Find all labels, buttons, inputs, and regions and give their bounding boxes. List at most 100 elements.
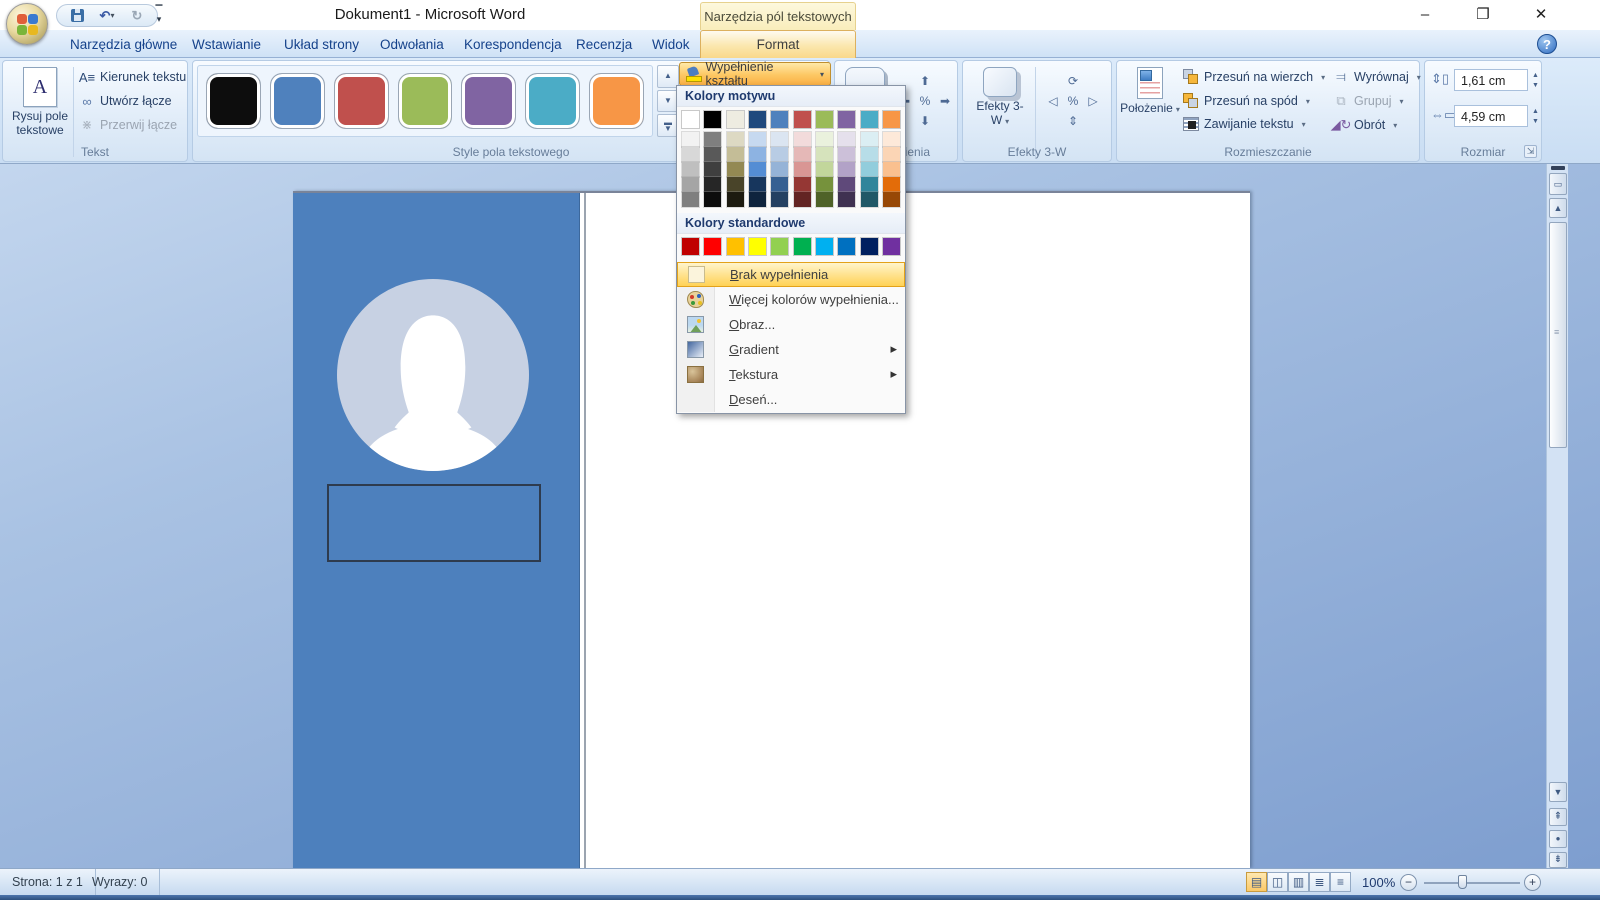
theme-color-swatch[interactable] — [861, 111, 878, 128]
tilt-left-button[interactable]: ◁ — [1048, 94, 1057, 108]
tint-swatch[interactable] — [727, 162, 744, 177]
undo-button[interactable]: ↶▾ — [91, 7, 123, 25]
tint-swatch[interactable] — [727, 192, 744, 207]
tint-swatch[interactable] — [794, 147, 811, 162]
standard-color-swatch[interactable] — [682, 238, 699, 255]
style-swatch[interactable] — [525, 73, 580, 129]
width-input[interactable]: 4,59 cm — [1454, 105, 1528, 127]
customize-qat-button[interactable]: ▔▾ — [150, 6, 168, 26]
save-button[interactable] — [67, 7, 87, 25]
tilt-up-button[interactable]: ⟳ — [1068, 74, 1078, 88]
tint-swatch[interactable] — [883, 192, 900, 207]
tab-korespondencja[interactable]: Korespondencja — [450, 32, 576, 58]
tint-swatch[interactable] — [682, 147, 699, 162]
previous-page-button[interactable]: ⇞ — [1549, 808, 1567, 826]
next-page-button[interactable]: ⇟ — [1549, 852, 1567, 868]
tint-swatch[interactable] — [816, 162, 833, 177]
close-button[interactable]: ✕ — [1518, 0, 1564, 30]
tint-swatch[interactable] — [861, 147, 878, 162]
create-link-button[interactable]: ∞ Utwórz łącze — [79, 93, 172, 109]
3d-effects-button[interactable]: Efekty 3-W — [971, 67, 1029, 127]
print-layout-view-button[interactable]: ▤ — [1246, 872, 1267, 892]
height-input[interactable]: 1,61 cm — [1454, 69, 1528, 91]
tint-swatch[interactable] — [861, 177, 878, 192]
send-to-back-button[interactable]: Przesuń na spód — [1183, 93, 1310, 109]
tint-swatch[interactable] — [771, 147, 788, 162]
scroll-down-button[interactable]: ▼ — [1549, 782, 1567, 802]
bring-to-front-button[interactable]: Przesuń na wierzch — [1183, 69, 1325, 85]
tab-odwolania[interactable]: Odwołania — [366, 32, 458, 58]
standard-color-swatch[interactable] — [749, 238, 766, 255]
web-layout-view-button[interactable]: ▥ — [1288, 872, 1309, 892]
avatar[interactable] — [337, 279, 529, 476]
tint-swatch[interactable] — [816, 192, 833, 207]
tint-swatch[interactable] — [749, 192, 766, 207]
theme-color-swatch[interactable] — [771, 111, 788, 128]
tint-swatch[interactable] — [704, 132, 721, 147]
style-swatch[interactable] — [398, 73, 453, 129]
tint-swatch[interactable] — [771, 162, 788, 177]
menu-item-no-fill[interactable]: Brak wypełnienia — [677, 262, 905, 287]
tilt-right-button[interactable]: ▷ — [1088, 94, 1097, 108]
tint-swatch[interactable] — [794, 162, 811, 177]
tint-swatch[interactable] — [838, 162, 855, 177]
tint-swatch[interactable] — [727, 147, 744, 162]
tint-swatch[interactable] — [794, 192, 811, 207]
tint-swatch[interactable] — [838, 192, 855, 207]
split-handle[interactable] — [1551, 166, 1565, 170]
restore-button[interactable]: ❐ — [1460, 0, 1506, 30]
tint-swatch[interactable] — [816, 147, 833, 162]
theme-color-swatch[interactable] — [727, 111, 744, 128]
tint-swatch[interactable] — [794, 177, 811, 192]
zoom-slider-handle[interactable] — [1458, 875, 1467, 889]
standard-color-swatch[interactable] — [727, 238, 744, 255]
tint-swatch[interactable] — [682, 132, 699, 147]
standard-color-swatch[interactable] — [794, 238, 811, 255]
text-direction-button[interactable]: A≡ Kierunek tekstu — [79, 69, 186, 85]
tint-swatch[interactable] — [838, 132, 855, 147]
theme-tint-grid[interactable] — [677, 131, 905, 213]
draw-textbox-button[interactable]: A Rysuj pole tekstowe — [9, 67, 71, 137]
selected-textbox[interactable] — [327, 484, 541, 562]
scrollbar-thumb[interactable] — [1549, 222, 1567, 448]
ruler-toggle-button[interactable]: ▭ — [1549, 173, 1567, 195]
theme-color-row[interactable] — [677, 107, 905, 131]
browse-object-button[interactable]: ● — [1549, 830, 1567, 848]
tint-swatch[interactable] — [727, 177, 744, 192]
tab-recenzja[interactable]: Recenzja — [562, 32, 646, 58]
tint-swatch[interactable] — [883, 132, 900, 147]
tint-swatch[interactable] — [704, 192, 721, 207]
width-spinner[interactable]: ▲▼ — [1532, 108, 1539, 125]
tint-swatch[interactable] — [771, 132, 788, 147]
nudge-shadow-down-button[interactable]: ⬇ — [920, 114, 930, 128]
tilt-down-button[interactable]: ⇕ — [1068, 114, 1078, 128]
break-link-button[interactable]: ⋇ Przerwij łącze — [79, 117, 177, 133]
theme-color-swatch[interactable] — [749, 111, 766, 128]
shape-fill-button[interactable]: Wypełnienie kształtu ▾ — [679, 62, 831, 86]
zoom-in-button[interactable]: + — [1524, 874, 1541, 891]
style-swatch[interactable] — [206, 73, 261, 129]
nudge-shadow-up-button[interactable]: ⬆ — [920, 74, 930, 88]
standard-color-swatch[interactable] — [816, 238, 833, 255]
tint-swatch[interactable] — [704, 177, 721, 192]
menu-item-more-fill-colors[interactable]: Więcej kolorów wypełnienia... — [677, 287, 905, 312]
standard-color-swatch[interactable] — [771, 238, 788, 255]
standard-color-row[interactable] — [677, 234, 905, 258]
tint-swatch[interactable] — [727, 132, 744, 147]
tint-swatch[interactable] — [749, 132, 766, 147]
style-swatch[interactable] — [270, 73, 325, 129]
rotate-button[interactable]: ◢↻ Obrót — [1333, 117, 1397, 133]
theme-color-swatch[interactable] — [794, 111, 811, 128]
menu-item-picture[interactable]: Obraz... — [677, 312, 905, 337]
menu-item-texture[interactable]: Tekstura — [677, 362, 905, 387]
tint-swatch[interactable] — [771, 192, 788, 207]
scroll-up-button[interactable]: ▲ — [1549, 198, 1567, 218]
standard-color-swatch[interactable] — [861, 238, 878, 255]
style-swatch[interactable] — [589, 73, 644, 129]
help-button[interactable]: ? — [1537, 34, 1557, 54]
align-button[interactable]: ⫤ Wyrównaj — [1333, 69, 1421, 85]
size-dialog-launcher[interactable]: ⇲ — [1524, 145, 1537, 158]
tab-narzedzia-glowne[interactable]: Narzędzia główne — [56, 32, 191, 58]
theme-color-swatch[interactable] — [838, 111, 855, 128]
tint-swatch[interactable] — [883, 162, 900, 177]
